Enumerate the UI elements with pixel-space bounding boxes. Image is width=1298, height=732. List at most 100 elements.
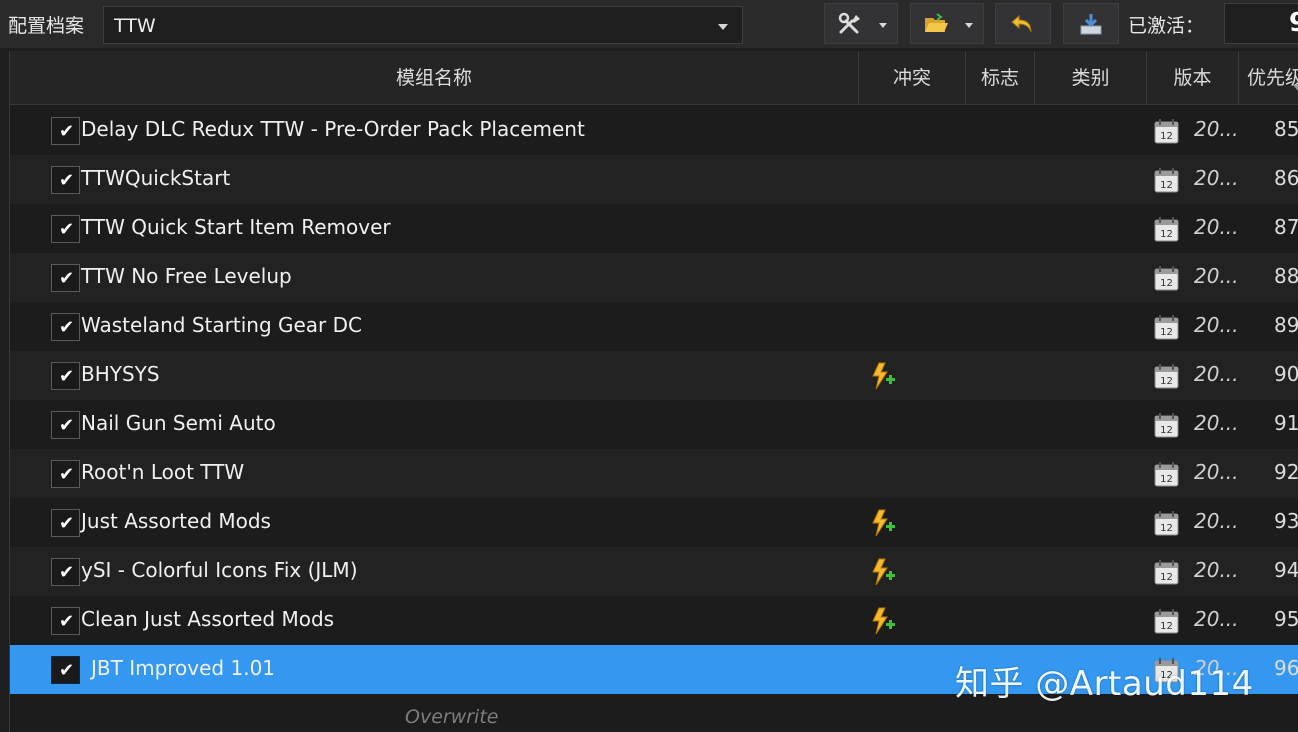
mod-priority: 88	[1274, 264, 1298, 288]
column-header-conflicts[interactable]: 冲突	[859, 51, 966, 105]
calendar-icon: 12	[1154, 364, 1179, 389]
mod-name: ySI - Colorful Icons Fix (JLM)	[81, 558, 358, 582]
svg-text:12: 12	[1160, 523, 1173, 534]
mod-name: Delay DLC Redux TTW - Pre-Order Pack Pla…	[81, 117, 585, 141]
svg-text:12: 12	[1160, 425, 1173, 436]
tools-icon	[838, 12, 860, 34]
checkmark-icon: ✔	[59, 660, 75, 681]
mod-name: Root'n Loot TTW	[81, 460, 245, 484]
mod-enabled-checkbox[interactable]: ✔	[51, 460, 80, 488]
mod-version: 20...	[1194, 460, 1239, 484]
mod-row[interactable]: ✔ Wasteland Starting Gear DC 12 20... 89	[10, 302, 1298, 351]
mod-row[interactable]: ✔ Clean Just Assorted Mods 12 20... 95	[10, 596, 1298, 645]
svg-text:12: 12	[1160, 131, 1173, 142]
calendar-icon: 12	[1154, 413, 1179, 438]
conflict-flag-icon	[872, 607, 895, 635]
svg-text:12: 12	[1160, 474, 1173, 485]
mod-name: BHYSYS	[81, 362, 160, 386]
svg-text:12: 12	[1160, 229, 1173, 240]
mod-version: 20...	[1194, 509, 1239, 533]
watermark: 知乎 @Artaud114	[955, 664, 1254, 704]
overwrite-entry[interactable]: Overwrite	[405, 706, 498, 728]
mod-priority: 91	[1274, 411, 1298, 435]
conflict-flag-icon	[872, 509, 895, 537]
column-header-priority[interactable]: 优先级	[1239, 51, 1298, 105]
mod-enabled-checkbox[interactable]: ✔	[51, 264, 80, 292]
conflict-flag-icon	[872, 558, 895, 586]
checkmark-icon: ✔	[59, 366, 75, 387]
column-header-version[interactable]: 版本	[1147, 51, 1239, 105]
profile-select[interactable]: TTW	[103, 6, 743, 44]
mod-name: TTW No Free Levelup	[81, 264, 292, 288]
calendar-icon: 12	[1154, 560, 1179, 585]
mod-name: Clean Just Assorted Mods	[81, 607, 335, 631]
mod-enabled-checkbox[interactable]: ✔	[51, 362, 80, 390]
mod-enabled-checkbox[interactable]: ✔	[51, 313, 80, 341]
mod-row[interactable]: ✔ TTW No Free Levelup 12 20... 88	[10, 253, 1298, 302]
mod-row[interactable]: ✔ Root'n Loot TTW 12 20... 92	[10, 449, 1298, 498]
tools-button[interactable]	[824, 3, 898, 44]
undo-icon	[1011, 14, 1032, 33]
mod-version: 20...	[1194, 166, 1239, 190]
checkmark-icon: ✔	[59, 611, 75, 632]
svg-text:12: 12	[1160, 572, 1173, 583]
column-header-category[interactable]: 类别	[1035, 51, 1147, 105]
checkmark-icon: ✔	[59, 464, 75, 485]
checkmark-icon: ✔	[59, 121, 75, 142]
mod-enabled-checkbox[interactable]: ✔	[51, 607, 80, 635]
mod-version: 20...	[1194, 607, 1239, 631]
mod-priority: 92	[1274, 460, 1298, 484]
svg-text:12: 12	[1160, 376, 1173, 387]
mod-priority: 95	[1274, 607, 1298, 631]
mod-version: 20...	[1194, 558, 1239, 582]
mod-row[interactable]: ✔ ySI - Colorful Icons Fix (JLM) 12 20... 94	[10, 547, 1298, 596]
mod-enabled-checkbox[interactable]: ✔	[51, 509, 80, 537]
calendar-icon: 12	[1154, 315, 1179, 340]
mod-enabled-checkbox[interactable]: ✔	[51, 166, 80, 194]
calendar-icon: 12	[1154, 168, 1179, 193]
svg-text:12: 12	[1160, 278, 1173, 289]
mod-priority: 96	[1274, 656, 1298, 680]
mod-enabled-checkbox[interactable]: ✔	[51, 656, 80, 684]
mod-version: 20...	[1194, 313, 1239, 337]
undo-button[interactable]	[995, 3, 1051, 44]
checkmark-icon: ✔	[59, 513, 75, 534]
mod-enabled-checkbox[interactable]: ✔	[51, 558, 80, 586]
active-count-box: 9	[1224, 3, 1298, 44]
mod-row[interactable]: ✔ TTW Quick Start Item Remover 12 20... 87	[10, 204, 1298, 253]
svg-text:12: 12	[1160, 621, 1173, 632]
mod-priority: 85	[1274, 117, 1298, 141]
mod-enabled-checkbox[interactable]: ✔	[51, 117, 80, 145]
save-profile-button[interactable]	[1063, 3, 1119, 44]
checkmark-icon: ✔	[59, 562, 75, 583]
mod-row[interactable]: ✔ Nail Gun Semi Auto 12 20... 91	[10, 400, 1298, 449]
mod-row[interactable]: ✔ TTWQuickStart 12 20... 86	[10, 155, 1298, 204]
mod-row[interactable]: ✔ Delay DLC Redux TTW - Pre-Order Pack Pl…	[10, 106, 1298, 155]
mod-name: TTW Quick Start Item Remover	[81, 215, 391, 239]
active-count-label: 已激活：	[1128, 15, 1205, 37]
mod-version: 20...	[1194, 362, 1239, 386]
active-count-value: 9	[1289, 8, 1298, 38]
chevron-down-icon	[718, 24, 728, 30]
column-header-flags[interactable]: 标志	[966, 51, 1035, 105]
mod-row[interactable]: ✔ BHYSYS 12 20... 90	[10, 351, 1298, 400]
mod-enabled-checkbox[interactable]: ✔	[51, 215, 80, 243]
open-folder-button[interactable]	[910, 3, 984, 44]
mod-priority: 94	[1274, 558, 1298, 582]
toolbar: 配置档案 TTW 已激活： 9	[0, 0, 1298, 48]
mod-priority: 87	[1274, 215, 1298, 239]
mod-priority: 90	[1274, 362, 1298, 386]
sort-descending-icon	[1293, 85, 1298, 92]
calendar-icon: 12	[1154, 462, 1179, 487]
mod-enabled-checkbox[interactable]: ✔	[51, 411, 80, 439]
column-header-priority-label: 优先级	[1247, 67, 1298, 89]
folder-dropdown-icon	[965, 23, 973, 28]
calendar-icon: 12	[1154, 217, 1179, 242]
mod-name: TTWQuickStart	[81, 166, 231, 190]
mod-row[interactable]: ✔ Just Assorted Mods 12 20... 93	[10, 498, 1298, 547]
calendar-icon: 12	[1154, 511, 1179, 536]
open-folder-icon	[925, 13, 948, 32]
mod-priority: 89	[1274, 313, 1298, 337]
svg-text:12: 12	[1160, 327, 1173, 338]
column-header-name[interactable]: 模组名称	[10, 51, 859, 105]
